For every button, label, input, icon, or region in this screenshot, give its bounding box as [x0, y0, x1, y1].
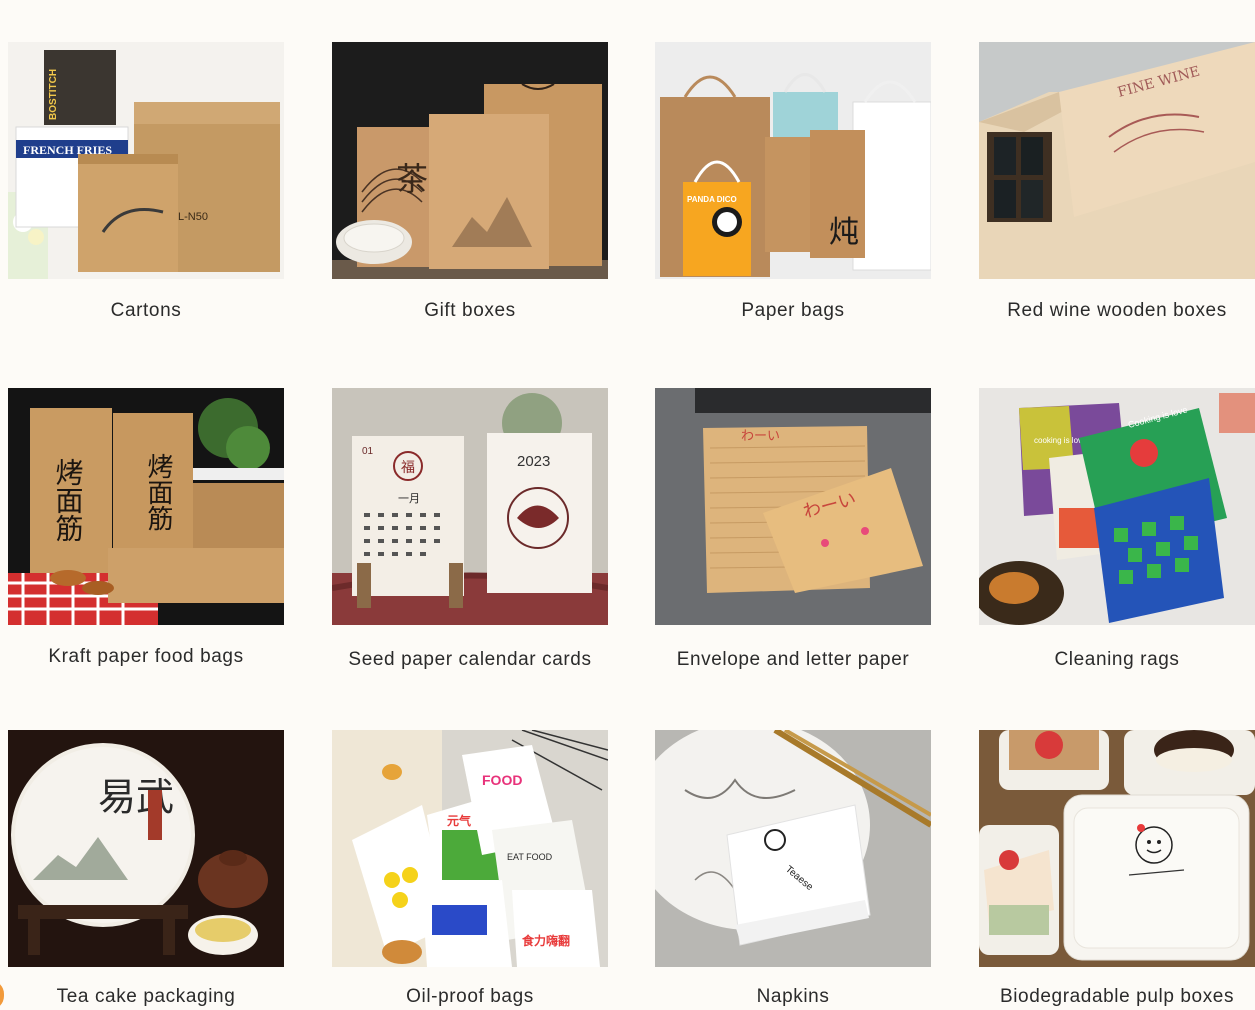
svg-text:一月: 一月 [398, 493, 420, 505]
svg-text:01: 01 [362, 446, 374, 457]
product-label: Envelope and letter paper [676, 649, 910, 670]
product-label: Seed paper calendar cards [348, 649, 592, 670]
svg-text:茶: 茶 [396, 160, 428, 198]
svg-text:烤面筋: 烤面筋 [143, 453, 173, 531]
product-label: Oil-proof bags [406, 986, 534, 1007]
wine-box-image: FINE WINE [979, 42, 1255, 279]
napkins-image: Teaese [655, 730, 931, 967]
svg-text:FOOD: FOOD [482, 772, 522, 788]
product-label: Tea cake packaging [56, 986, 236, 1007]
svg-text:食力嗨翻: 食力嗨翻 [521, 933, 570, 948]
svg-text:烤面筋: 烤面筋 [52, 458, 85, 542]
product-grid: FRENCH FRIES BOSTITCH L-N50 Cartons 茶 Gi… [0, 0, 1255, 1007]
product-label: Cartons [110, 300, 182, 321]
calendar-cards-image: 01 福 一月 2023 [332, 388, 608, 625]
product-label: Gift boxes [424, 300, 516, 321]
svg-text:BOSTITCH: BOSTITCH [48, 69, 59, 120]
tea-cake-image: 易武 [8, 730, 284, 967]
svg-text:元气: 元气 [447, 813, 471, 828]
svg-text:わーい: わーい [741, 428, 780, 443]
svg-text:福: 福 [401, 459, 415, 475]
envelope-image: わーい わーい [655, 388, 931, 625]
svg-text:EAT FOOD: EAT FOOD [507, 852, 553, 862]
svg-text:PANDA DICO: PANDA DICO [687, 195, 737, 204]
svg-text:2023: 2023 [517, 453, 550, 470]
oil-proof-bags-image: 元气 FOOD EAT FOOD 食力嗨翻 [332, 730, 608, 967]
carton-boxes-image: FRENCH FRIES BOSTITCH L-N50 [8, 42, 284, 279]
svg-text:L-N50: L-N50 [178, 211, 208, 223]
product-label: Kraft paper food bags [48, 646, 244, 667]
svg-text:cooking is love: cooking is love [1034, 436, 1087, 445]
product-label: Paper bags [741, 300, 845, 321]
svg-text:炖: 炖 [829, 215, 859, 250]
cleaning-rags-image: cooking is love Cooking is love [979, 388, 1255, 625]
product-label: Red wine wooden boxes [1007, 300, 1227, 321]
svg-text:易武: 易武 [98, 775, 174, 819]
paper-bags-image: 炖 PANDA DICO [655, 42, 931, 279]
product-label: Biodegradable pulp boxes [999, 986, 1235, 1007]
pulp-boxes-image [979, 730, 1255, 967]
product-label: Cleaning rags [1054, 649, 1180, 670]
gift-boxes-image: 茶 [332, 42, 608, 279]
kraft-bags-image: 烤面筋 烤面筋 [8, 388, 284, 625]
product-label: Napkins [756, 986, 830, 1007]
